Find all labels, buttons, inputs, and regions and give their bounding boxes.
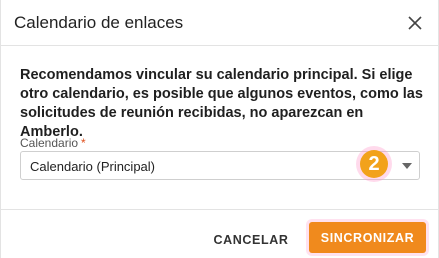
step-number-badge: 2	[360, 150, 388, 178]
cancel-button[interactable]: CANCELAR	[205, 225, 297, 255]
required-mark: *	[81, 136, 86, 150]
synchronize-button[interactable]: SINCRONIZAR	[309, 222, 426, 253]
calendar-field-label: Calendario *	[20, 136, 86, 150]
recommendation-message: Recomendamos vincular su calendario prin…	[20, 67, 423, 140]
link-calendar-dialog: Calendario de enlaces Recomendamos vincu…	[0, 0, 439, 258]
dialog-header: Calendario de enlaces	[1, 0, 438, 46]
chevron-down-icon[interactable]	[401, 160, 413, 172]
close-button[interactable]	[400, 8, 430, 38]
dialog-title: Calendario de enlaces	[14, 13, 184, 32]
dialog-footer: CANCELAR SINCRONIZAR	[1, 209, 438, 258]
calendar-select-value: Calendario (Principal)	[30, 159, 155, 174]
close-icon	[408, 16, 422, 30]
calendar-label-text: Calendario	[20, 136, 79, 150]
